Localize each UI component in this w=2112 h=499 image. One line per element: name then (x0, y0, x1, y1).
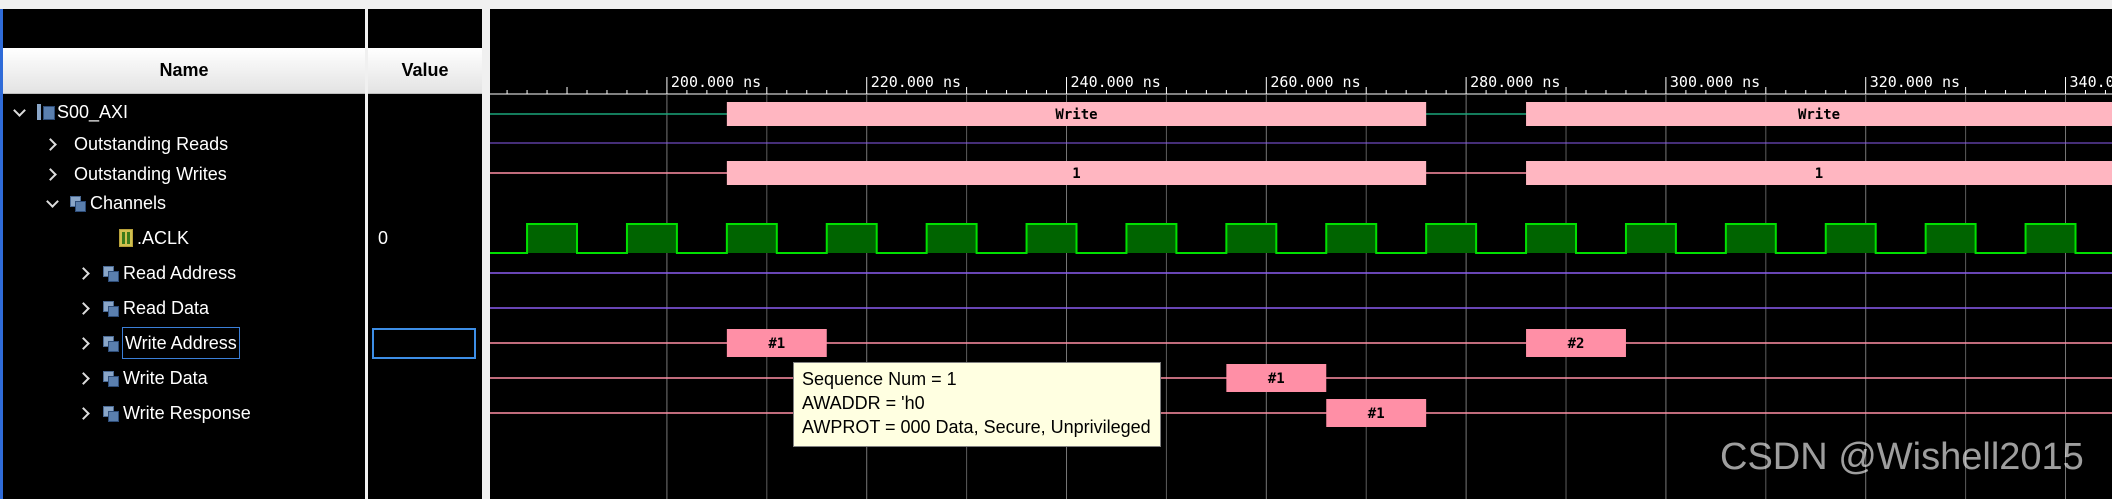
tree-row-aclk[interactable]: .ACLK (3, 223, 365, 253)
chevron-right-icon[interactable] (77, 267, 90, 280)
tree-row-write-data[interactable]: Write Data (3, 363, 365, 393)
chevron-right-icon[interactable] (77, 302, 90, 315)
clock-high-phase (1625, 224, 1676, 253)
tree-row-outstanding-reads[interactable]: Outstanding Reads (3, 129, 365, 159)
tree-row-read-address[interactable]: Read Address (3, 258, 365, 288)
bus-icon (37, 104, 55, 120)
group-icon (70, 196, 86, 212)
clock-high-phase (626, 224, 677, 253)
tree-row-label: Write Data (123, 368, 208, 388)
name-column-header[interactable]: Name (3, 48, 365, 94)
clock-high-phase (527, 224, 578, 253)
tree-row-label: Read Data (123, 298, 210, 318)
time-tick-label: 300.000 ns (1670, 73, 1760, 91)
tree-row-label: Outstanding Reads (74, 134, 229, 154)
tree-row-label: .ACLK (137, 228, 190, 248)
waveform-canvas[interactable]: 200.000 ns 220.000 ns 240.000 ns 260.000 ns… (490, 9, 2112, 499)
tooltip-awprot: AWPROT = 000 Data, Secure, Unprivileged (802, 417, 1151, 437)
clock-high-phase (1725, 224, 1776, 253)
tooltip-sequence-num: Sequence Num = 1 (802, 369, 957, 389)
time-tick-label: 260.000 ns (1270, 73, 1360, 91)
waveform-panel[interactable]: 200.000 ns 220.000 ns 240.000 ns 260.000 ns… (490, 9, 2112, 499)
name-panel: Name S00_AXI Outstanding Reads Outstanding… (3, 9, 365, 499)
group-icon (103, 406, 119, 422)
time-tick-label: 340.000 ns (2070, 73, 2112, 91)
group-icon (103, 301, 119, 317)
clock-high-phase (1226, 224, 1277, 253)
outstanding-reads-row-transaction-label: Write (1798, 107, 1840, 123)
tree-row-channels[interactable]: Channels (3, 188, 365, 218)
chevron-right-icon[interactable] (77, 337, 90, 350)
chevron-right-icon[interactable] (77, 372, 90, 385)
time-tick-label: 220.000 ns (871, 73, 961, 91)
tree-row-write-address[interactable]: Write Address (3, 327, 365, 359)
signal-value: 0 (378, 228, 389, 248)
tree-row-label: Channels (90, 193, 167, 213)
value-edit-box[interactable] (372, 328, 476, 359)
clock-high-phase (2025, 224, 2076, 253)
chevron-right-icon[interactable] (44, 168, 57, 181)
write-data-row-beat-label: #1 (1268, 371, 1285, 387)
clock-high-phase (1825, 224, 1876, 253)
write-response-row-beat-label: #1 (1368, 406, 1385, 422)
clock-high-phase (726, 224, 777, 253)
clock-high-phase (826, 224, 877, 253)
toolbar-strip (0, 0, 2112, 9)
chevron-down-icon[interactable] (13, 104, 26, 117)
clock-high-phase (1426, 224, 1477, 253)
time-tick-label: 240.000 ns (1071, 73, 1161, 91)
write-address-row-beat-label: #1 (768, 336, 785, 352)
clock-signal-icon (119, 229, 133, 247)
chevron-right-icon[interactable] (77, 407, 90, 420)
group-icon (103, 371, 119, 387)
chevron-down-icon[interactable] (46, 195, 59, 208)
tree-row-label: Read Address (123, 263, 237, 283)
clock-high-phase (1925, 224, 1976, 253)
chevron-right-icon[interactable] (44, 138, 57, 151)
wave-splitter[interactable] (482, 9, 490, 499)
clock-high-phase (1526, 224, 1577, 253)
time-tick-label: 320.000 ns (1870, 73, 1960, 91)
tooltip-awaddr: AWADDR = 'h0 (802, 393, 925, 413)
write-address-row-beat-label: #2 (1568, 336, 1585, 352)
clock-high-phase (1326, 224, 1377, 253)
tree-row-label: Write Response (123, 403, 251, 423)
tree-row-s00-axi[interactable]: S00_AXI (3, 97, 365, 127)
tree-row-label: Outstanding Writes (74, 164, 227, 184)
value-panel: Value 0 (368, 9, 482, 499)
tree-row-write-response[interactable]: Write Response (3, 398, 365, 428)
tree-row-read-data[interactable]: Read Data (3, 293, 365, 323)
group-icon (103, 266, 119, 282)
outstanding-writes-row-transaction-label: 1 (1072, 166, 1080, 182)
clock-high-phase (1026, 224, 1077, 253)
transaction-tooltip: Sequence Num = 1 AWADDR = 'h0 AWPROT = 0… (793, 362, 1161, 447)
value-column-header[interactable]: Value (368, 48, 482, 94)
tree-row-label: Write Address (122, 327, 240, 359)
tree-row-outstanding-writes[interactable]: Outstanding Writes (3, 159, 365, 189)
time-tick-label: 200.000 ns (671, 73, 761, 91)
clock-high-phase (926, 224, 977, 253)
clock-high-phase (1126, 224, 1177, 253)
tree-row-label: S00_AXI (57, 102, 129, 122)
outstanding-writes-row-transaction-label: 1 (1815, 166, 1823, 182)
group-icon (103, 336, 119, 352)
outstanding-reads-row-transaction-label: Write (1055, 107, 1097, 123)
watermark: CSDN @Wishell2015 (1720, 436, 2084, 478)
time-tick-label: 280.000 ns (1470, 73, 1560, 91)
